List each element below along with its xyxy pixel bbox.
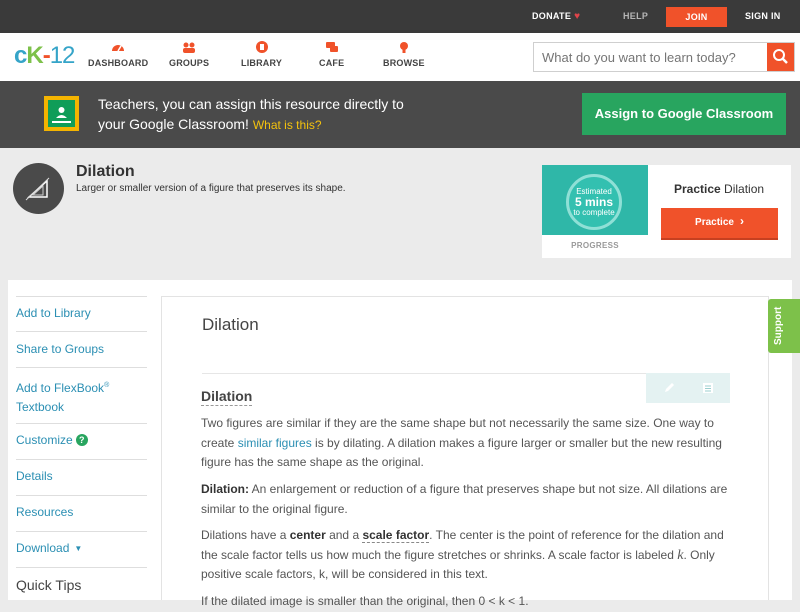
heart-icon: ♥: [574, 11, 581, 22]
quick-tips-heading[interactable]: Quick Tips: [16, 577, 81, 593]
help-link[interactable]: HELP: [623, 0, 648, 33]
section-heading: Dilation: [201, 388, 253, 406]
sidebar-add-to-library[interactable]: Add to Library: [16, 304, 140, 323]
sidebar-divider: [16, 459, 147, 460]
sidebar-divider: [16, 367, 147, 368]
sidebar-divider: [16, 531, 147, 532]
top-utility-bar: DONATE ♥ HELP JOIN SIGN IN: [0, 0, 800, 33]
estimated-time-circle: Estimated 5 mins to complete: [566, 174, 622, 230]
chevron-right-icon: ›: [739, 214, 744, 228]
help-icon[interactable]: ?: [75, 434, 88, 446]
sidebar-add-to-flexbook[interactable]: Add to FlexBook® Textbook: [16, 376, 140, 417]
practice-card: Estimated 5 mins to complete PROGRESS Pr…: [542, 165, 791, 258]
nav-browse[interactable]: BROWSE: [383, 41, 425, 68]
join-button[interactable]: JOIN: [666, 7, 727, 27]
search-button[interactable]: [767, 43, 794, 71]
concept-title: Dilation: [76, 163, 135, 180]
support-tab[interactable]: Support: [768, 299, 800, 353]
scale-factor-term[interactable]: scale factor: [362, 528, 430, 543]
progress-badge: Estimated 5 mins to complete: [542, 165, 648, 235]
paragraph-smaller: If the dilated image is smaller than the…: [201, 594, 529, 608]
sidebar-share-to-groups[interactable]: Share to Groups: [16, 340, 140, 359]
paragraph-center-scale: Dilations have a center and a scale fact…: [201, 528, 724, 581]
similar-figures-link[interactable]: similar figures: [238, 436, 312, 450]
donate-link[interactable]: DONATE ♥: [532, 0, 580, 33]
pencil-icon[interactable]: [662, 381, 676, 395]
progress-label: PROGRESS: [571, 241, 619, 250]
article-tools: [646, 373, 730, 403]
nav-cafe[interactable]: CAFE: [319, 41, 344, 68]
google-classroom-banner: Teachers, you can assign this resource d…: [0, 81, 800, 148]
practice-button[interactable]: Practice ›: [661, 208, 778, 238]
practice-title: Practice Dilation: [674, 182, 765, 196]
what-is-this-link[interactable]: What is this?: [253, 118, 322, 132]
banner-text: Teachers, you can assign this resource d…: [98, 96, 404, 132]
paragraph-intro: Two figures are similar if they are the …: [201, 416, 722, 469]
sidebar-details[interactable]: Details: [16, 467, 140, 486]
sidebar-divider: [16, 331, 147, 332]
sign-in-link[interactable]: SIGN IN: [745, 0, 781, 33]
nav-dashboard[interactable]: DASHBOARD: [88, 41, 148, 68]
search-input[interactable]: [534, 43, 768, 71]
sidebar-divider: [16, 296, 147, 297]
search-icon: [773, 49, 788, 64]
sidebar-customize[interactable]: Customize?: [16, 431, 140, 450]
groups-icon: [183, 42, 196, 53]
caret-down-icon: ▼: [74, 544, 83, 553]
search-box: [533, 42, 795, 72]
sidebar-divider: [16, 423, 147, 424]
sidebar-divider: [16, 567, 147, 568]
article-title: Dilation: [202, 315, 259, 334]
ck12-logo[interactable]: cK-12: [14, 43, 75, 69]
sidebar: Add to Library Share to Groups Add to Fl…: [8, 280, 150, 600]
sidebar-divider: [16, 495, 147, 496]
nav-groups[interactable]: GROUPS: [169, 41, 209, 68]
paragraph-definition: Dilation: An enlargement or reduction of…: [201, 482, 728, 516]
notes-icon[interactable]: [701, 381, 715, 395]
concept-description: Larger or smaller version of a figure th…: [76, 183, 346, 194]
cafe-icon: [325, 42, 338, 52]
sidebar-resources[interactable]: Resources: [16, 503, 140, 522]
assign-google-classroom-button[interactable]: Assign to Google Classroom: [582, 93, 786, 135]
browse-icon: [399, 42, 408, 53]
dashboard-icon: [112, 45, 125, 52]
dilation-concept-icon: [13, 163, 64, 214]
library-icon: [255, 41, 268, 53]
google-classroom-icon: [44, 96, 79, 131]
nav-library[interactable]: LIBRARY: [241, 41, 282, 68]
main-nav: cK-12 DASHBOARD GROUPS LIBRARY CAFE BROW…: [0, 33, 800, 81]
sidebar-download[interactable]: Download ▼: [16, 539, 140, 558]
